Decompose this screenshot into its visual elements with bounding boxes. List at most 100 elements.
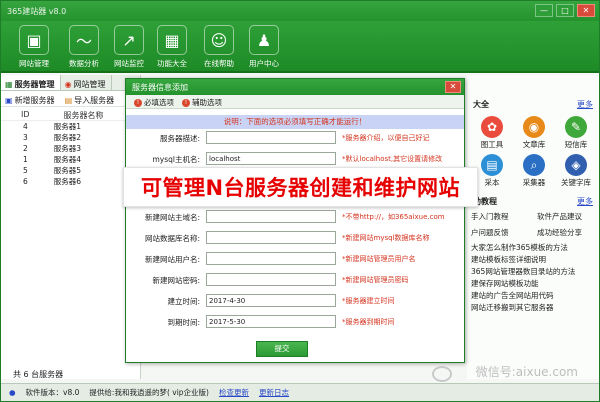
toolbar-item-4[interactable]: ☺ 在线帮助 [196,25,242,69]
table-row[interactable]: 2 服务器3 [1,143,140,154]
table-row[interactable]: 6 服务器6 [1,176,140,187]
maximize-button[interactable]: □ [556,4,574,17]
dialog-title-bar: 服务器信息添加 ✕ [126,79,464,95]
table-header: ID 服务器名称 [1,107,140,121]
article-link[interactable]: 建站的广告全网站用代码 [471,290,599,302]
row-id: 1 [23,155,28,164]
dialog-close-button[interactable]: ✕ [445,81,461,93]
title-bar: 365建站器 v8.0 — □ ✕ [1,1,599,21]
field-label: 建立时间: [167,297,200,306]
field-input[interactable] [206,210,336,223]
toolbar-item-3[interactable]: ▦ 功能大全 [149,25,195,69]
close-button[interactable]: ✕ [577,4,595,17]
col-id: ID [21,110,30,119]
toolbar-label: 功能大全 [157,59,187,68]
app-tile[interactable]: ✿ 图工具 [471,116,513,150]
row-name: 服务器5 [53,166,82,175]
field-input[interactable] [206,152,336,165]
form-row: 新建网站密码: *新建网站管理员密码 [126,273,464,287]
check-update-link[interactable]: 检查更新 [219,387,249,398]
server-panel: ▦ 服务器管理 ◉ 网站管理 ▣ 新增服务器 ▤ 导入服务器 ID 服务器名称 4 服务器… [1,75,141,379]
update-log-link[interactable]: 更新日志 [259,387,289,398]
row-name: 服务器6 [53,177,82,186]
field-input[interactable] [206,252,336,265]
app-label: 关键字库 [561,178,591,187]
toolbar-label: 用户中心 [249,59,279,68]
info-icon: ● [9,388,16,397]
apps-icon: ▦ [157,25,187,55]
tab-required-options[interactable]: ! 必填选项 [134,97,174,108]
provider-text: 提供给:我和我逍遥的梦( vip企业版) [89,388,209,397]
window-title: 365建站器 v8.0 [7,7,67,16]
help-link[interactable]: 手入门教程 [471,211,537,222]
table-row[interactable]: 5 服务器5 [1,165,140,176]
tab-auxiliary-options[interactable]: ! 辅助选项 [182,97,222,108]
minimize-button[interactable]: — [535,4,553,17]
app-label: 采集器 [522,178,546,187]
table-row[interactable]: 3 服务器2 [1,132,140,143]
required-icon: ! [134,98,142,107]
import-server-button[interactable]: ▤ 导入服务器 [65,94,115,106]
app-tile[interactable]: ◉ 文章库 [513,116,555,150]
section-tools-title: 大全 [473,100,489,109]
field-label: 到期时间: [167,318,200,327]
toolbar-item-0[interactable]: ▣ 网站管理 [11,25,57,69]
field-hint: *服务器建立时间 [342,297,395,305]
server-info-dialog: 服务器信息添加 ✕ ! 必填选项 ! 辅助选项 说明：下面的选项必须填写正确才能运行… [125,78,465,363]
help-link[interactable]: 户问题反馈 [471,227,537,238]
field-label: 新建网站主域名: [144,213,200,222]
import-icon: ▤ [64,95,73,105]
users-icon: ♟ [249,25,279,55]
auxiliary-icon: ! [182,98,190,107]
table-row[interactable]: 1 服务器4 [1,154,140,165]
tab-server-management[interactable]: ▦ 服务器管理 [1,75,61,90]
toolbar-item-2[interactable]: ↗ 网站监控 [106,25,152,69]
help-link[interactable]: 成功经验分享 [537,227,600,238]
add-server-button[interactable]: ▣ 新增服务器 [5,94,55,106]
tab-site-management[interactable]: ◉ 网站管理 [61,75,112,90]
help-link[interactable]: 软件产品建议 [537,211,600,222]
wechat-icon [432,366,452,382]
app-tile[interactable]: ◈ 关键字库 [555,154,597,188]
toolbar-item-5[interactable]: ♟ 用户中心 [241,25,287,69]
article-link[interactable]: 建站模板标签详细说明 [471,254,599,266]
row-name: 服务器3 [53,144,82,153]
notice-text: 说明：下面的选项必须填写正确才能运行！ [126,115,464,129]
form-row: mysql主机名: *默认localhost,其它设置请修改 [126,152,464,166]
site-icon: ◉ [64,79,72,89]
article-link[interactable]: 365网站管理器数目录站的方法 [471,266,599,278]
article-link[interactable]: 大家怎么制作365模板的方法 [471,242,599,254]
toolbar-item-1[interactable]: 〜数据分析 [61,25,107,69]
toolbar-label: 数据分析 [69,59,99,68]
more-link-2[interactable]: 更多 [577,196,593,207]
row-name: 服务器4 [53,155,82,164]
monitor-chart-icon: ↗ [114,25,144,55]
form-row: 服务器描述: *服务器介绍，以便自己好记 [126,131,464,145]
row-name: 服务器2 [53,133,82,142]
submit-button[interactable]: 提交 [256,341,308,357]
field-label: 新建网站用户名: [144,255,200,264]
version-text: 软件版本：v8.0 [25,388,80,397]
toolbar-label: 网站管理 [19,59,49,68]
article-link[interactable]: 网站迁移搬到其它服务器 [471,302,599,314]
app-icon: ▤ [481,154,503,176]
watermark-text: 微信号:aixue.com [475,365,578,379]
more-link[interactable]: 更多 [577,99,593,110]
chart-icon: 〜 [69,25,99,55]
row-name: 服务器1 [53,122,82,131]
main-toolbar: ▣ 网站管理〜数据分析 ↗ 网站监控 ▦ 功能大全 ☺ 在线帮助 ♟ 用户中心 [1,21,599,73]
field-input[interactable] [206,294,336,307]
server-icon: ▦ [5,79,13,89]
dialog-title: 服务器信息添加 [132,83,188,92]
field-input[interactable] [206,231,336,244]
app-tile[interactable]: ⌕ 采集器 [513,154,555,188]
field-hint: *不带http://，如365aixue.com [342,213,445,221]
field-input[interactable] [206,131,336,144]
field-input[interactable] [206,315,336,328]
app-tile[interactable]: ✎ 短信库 [555,116,597,150]
field-label: mysql主机名: [152,155,200,164]
table-row[interactable]: 4 服务器1 [1,121,140,132]
field-input[interactable] [206,273,336,286]
app-icon: ⌕ [523,154,545,176]
article-link[interactable]: 建保存网站模板功能 [471,278,599,290]
